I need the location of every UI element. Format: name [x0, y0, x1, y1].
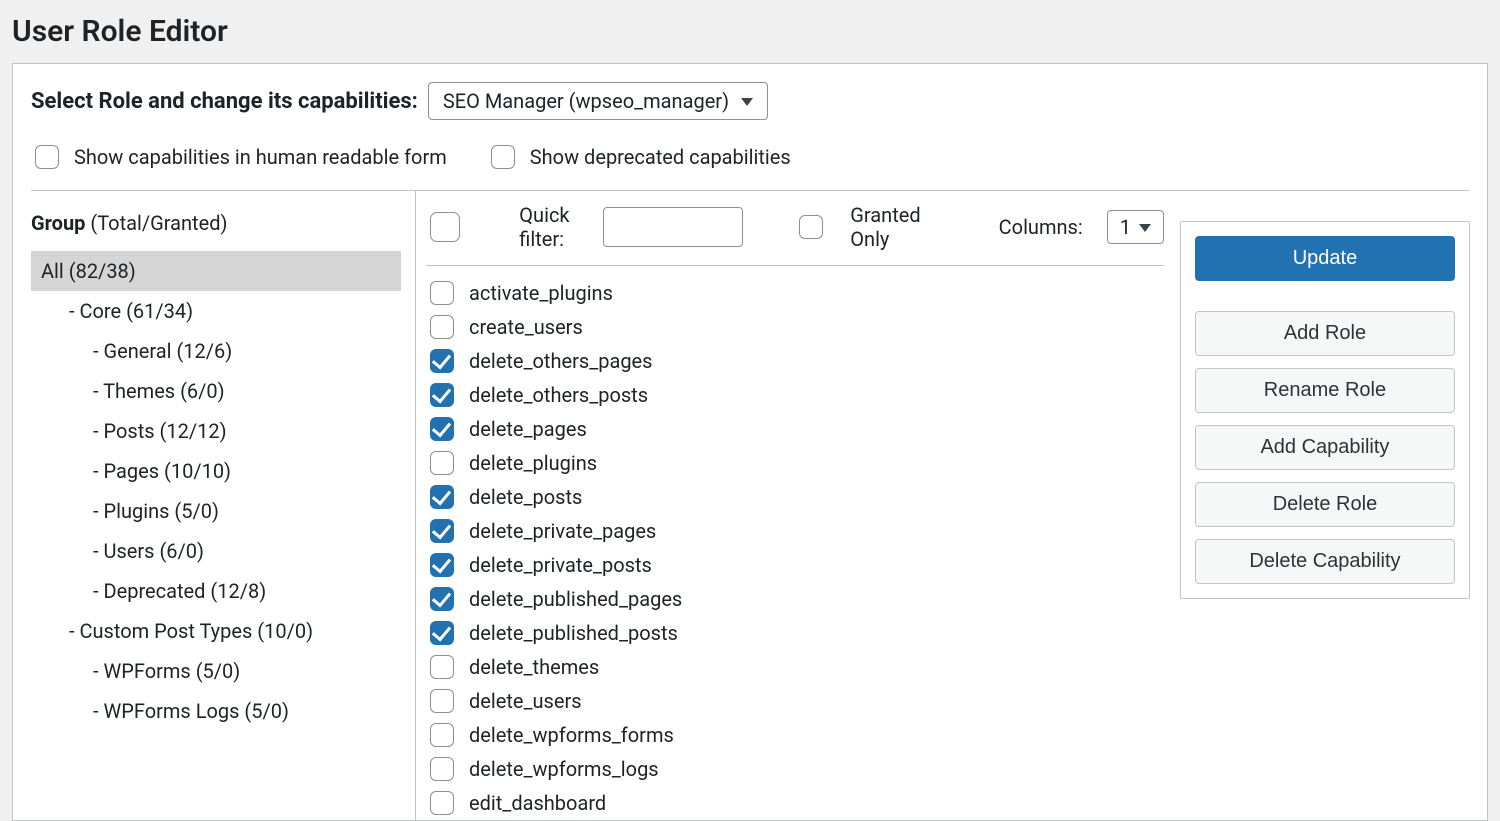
capability-label[interactable]: delete_plugins — [469, 449, 597, 477]
capability-label[interactable]: delete_others_posts — [469, 381, 648, 409]
role-select-value: SEO Manager (wpseo_manager) — [443, 89, 729, 113]
group-item[interactable]: - Pages (10/10) — [31, 451, 401, 491]
add-capability-button[interactable]: Add Capability — [1195, 425, 1455, 470]
capability-row: delete_published_posts — [426, 616, 1164, 650]
group-item[interactable]: - WPForms (5/0) — [31, 651, 401, 691]
actions-column: Update Add Role Rename Role Add Capabili… — [1168, 191, 1470, 820]
capability-checkbox[interactable] — [430, 417, 454, 441]
granted-only-checkbox[interactable] — [799, 215, 823, 239]
delete-role-button[interactable]: Delete Role — [1195, 482, 1455, 527]
select-role-label: Select Role and change its capabilities: — [31, 89, 418, 114]
capability-row: delete_published_pages — [426, 582, 1164, 616]
group-heading-counts: (Total/Granted) — [85, 211, 227, 235]
select-role-row: Select Role and change its capabilities:… — [31, 82, 1469, 120]
capability-label[interactable]: delete_themes — [469, 653, 599, 681]
group-heading: Group (Total/Granted) — [31, 203, 401, 251]
page-title: User Role Editor — [12, 14, 1488, 49]
capability-label[interactable]: edit_dashboard — [469, 789, 606, 817]
capability-row: delete_themes — [426, 650, 1164, 684]
capability-checkbox[interactable] — [430, 315, 454, 339]
editor-panel: Select Role and change its capabilities:… — [12, 63, 1488, 821]
capability-row: delete_others_pages — [426, 344, 1164, 378]
capability-row: delete_others_posts — [426, 378, 1164, 412]
capability-label[interactable]: activate_plugins — [469, 279, 613, 307]
columns-select[interactable]: 1 — [1107, 210, 1164, 244]
quick-filter-label: Quick filter: — [519, 203, 578, 251]
capability-checkbox[interactable] — [430, 757, 454, 781]
capability-label[interactable]: delete_wpforms_forms — [469, 721, 674, 749]
human-readable-checkbox[interactable] — [35, 145, 59, 169]
columns-value: 1 — [1120, 215, 1131, 239]
group-item[interactable]: - Plugins (5/0) — [31, 491, 401, 531]
capability-label[interactable]: create_users — [469, 313, 583, 341]
capability-row: delete_private_posts — [426, 548, 1164, 582]
group-sidebar: Group (Total/Granted) All (82/38)- Core … — [31, 191, 416, 820]
chevron-down-icon — [1139, 224, 1151, 232]
capability-label[interactable]: delete_pages — [469, 415, 587, 443]
actions-panel: Update Add Role Rename Role Add Capabili… — [1180, 221, 1470, 599]
role-select[interactable]: SEO Manager (wpseo_manager) — [428, 82, 768, 120]
capability-row: activate_plugins — [426, 276, 1164, 310]
capability-checkbox[interactable] — [430, 485, 454, 509]
select-all-checkbox[interactable] — [430, 212, 460, 242]
capability-row: delete_posts — [426, 480, 1164, 514]
delete-capability-button[interactable]: Delete Capability — [1195, 539, 1455, 584]
granted-only-label: Granted Only — [850, 203, 920, 251]
capability-row: delete_private_pages — [426, 514, 1164, 548]
capability-row: delete_wpforms_logs — [426, 752, 1164, 786]
show-deprecated-label: Show deprecated capabilities — [530, 145, 791, 169]
capability-checkbox[interactable] — [430, 621, 454, 645]
capability-label[interactable]: delete_users — [469, 687, 582, 715]
capability-label[interactable]: delete_published_posts — [469, 619, 678, 647]
group-item[interactable]: - Deprecated (12/8) — [31, 571, 401, 611]
group-heading-bold: Group — [31, 211, 85, 235]
group-item[interactable]: - Core (61/34) — [31, 291, 401, 331]
group-item[interactable]: - Custom Post Types (10/0) — [31, 611, 401, 651]
capability-checkbox[interactable] — [430, 451, 454, 475]
show-deprecated-checkbox[interactable] — [491, 145, 515, 169]
capability-label[interactable]: delete_private_pages — [469, 517, 656, 545]
capability-checkbox[interactable] — [430, 689, 454, 713]
human-readable-label: Show capabilities in human readable form — [74, 145, 447, 169]
capability-row: delete_plugins — [426, 446, 1164, 480]
group-item[interactable]: - Users (6/0) — [31, 531, 401, 571]
capability-label[interactable]: delete_wpforms_logs — [469, 755, 659, 783]
group-item[interactable]: - Posts (12/12) — [31, 411, 401, 451]
capability-checkbox[interactable] — [430, 723, 454, 747]
display-options-row: Show capabilities in human readable form… — [31, 142, 1469, 172]
capability-label[interactable]: delete_private_posts — [469, 551, 652, 579]
quick-filter-input[interactable] — [603, 207, 743, 247]
capability-checkbox[interactable] — [430, 349, 454, 373]
capability-checkbox[interactable] — [430, 383, 454, 407]
chevron-down-icon — [741, 98, 753, 106]
group-item[interactable]: - General (12/6) — [31, 331, 401, 371]
capability-checkbox[interactable] — [430, 587, 454, 611]
update-button[interactable]: Update — [1195, 236, 1455, 281]
group-item[interactable]: All (82/38) — [31, 251, 401, 291]
columns-label: Columns: — [999, 215, 1083, 239]
capability-checkbox[interactable] — [430, 553, 454, 577]
capability-row: delete_pages — [426, 412, 1164, 446]
capability-row: edit_dashboard — [426, 786, 1164, 820]
capability-row: create_users — [426, 310, 1164, 344]
capability-checkbox[interactable] — [430, 281, 454, 305]
capability-label[interactable]: delete_published_pages — [469, 585, 682, 613]
capability-checkbox[interactable] — [430, 655, 454, 679]
capability-row: delete_users — [426, 684, 1164, 718]
capability-checkbox[interactable] — [430, 519, 454, 543]
capability-label[interactable]: delete_others_pages — [469, 347, 653, 375]
filter-row: Quick filter: Granted Only Columns: 1 — [426, 199, 1164, 266]
group-item[interactable]: - WPForms Logs (5/0) — [31, 691, 401, 731]
group-item[interactable]: - Themes (6/0) — [31, 371, 401, 411]
rename-role-button[interactable]: Rename Role — [1195, 368, 1455, 413]
capability-checkbox[interactable] — [430, 791, 454, 815]
add-role-button[interactable]: Add Role — [1195, 311, 1455, 356]
capability-label[interactable]: delete_posts — [469, 483, 582, 511]
capabilities-column: Quick filter: Granted Only Columns: 1 ac… — [416, 191, 1168, 820]
